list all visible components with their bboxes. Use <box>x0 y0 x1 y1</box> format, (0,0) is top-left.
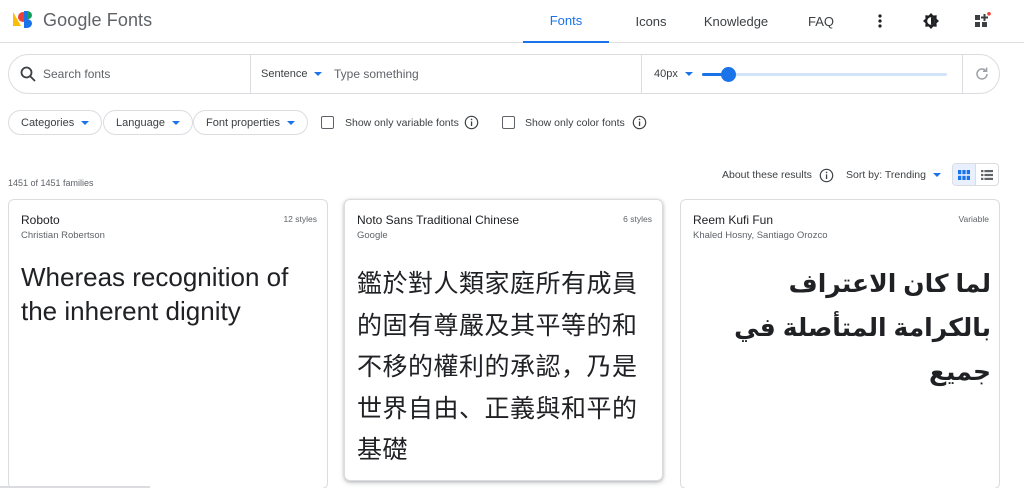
nav-tab-icons[interactable]: Icons <box>623 0 679 43</box>
variable-fonts-checkbox[interactable] <box>321 116 334 129</box>
grid-view-icon <box>957 169 970 180</box>
font-size-value: 40px <box>654 68 678 80</box>
dropdown-arrow-icon <box>286 120 295 125</box>
divider <box>250 55 251 93</box>
refresh-icon[interactable] <box>973 65 991 83</box>
top-app-bar: Google Fonts Fonts Icons Knowledge FAQ <box>0 0 1024 43</box>
font-card-roboto[interactable]: Roboto Christian Robertson 12 styles Whe… <box>8 199 328 488</box>
preview-mode-select[interactable]: Sentence <box>261 55 323 93</box>
info-icon[interactable] <box>464 115 479 130</box>
google-fonts-logo[interactable]: Google Fonts <box>11 8 152 32</box>
preview-mode-value: Sentence <box>261 68 308 80</box>
font-size-select[interactable]: 40px <box>654 55 693 93</box>
dropdown-arrow-icon <box>81 120 90 125</box>
font-name: Noto Sans Traditional Chinese <box>357 213 520 227</box>
view-toggle <box>952 163 999 186</box>
font-name: Reem Kufi Fun <box>693 213 774 227</box>
theme-toggle-icon[interactable] <box>920 10 942 32</box>
font-preview-text: Whereas recognition of the inherent dign… <box>21 262 289 326</box>
grid-view-button[interactable] <box>953 164 976 185</box>
font-card-noto-sans-tc[interactable]: Noto Sans Traditional Chinese Google 6 s… <box>344 199 663 481</box>
chip-label: Font properties <box>206 116 280 129</box>
color-fonts-label[interactable]: Show only color fonts <box>525 117 625 129</box>
google-fonts-logo-icon <box>11 8 35 32</box>
results-count: 1451 of 1451 families <box>8 178 94 188</box>
more-vert-icon[interactable] <box>869 10 891 32</box>
font-author: Google <box>357 230 388 241</box>
nav-tab-fonts[interactable]: Fonts <box>523 0 609 43</box>
font-card-reem-kufi-fun[interactable]: Reem Kufi Fun Khaled Hosny, Santiago Oro… <box>680 199 1000 488</box>
font-styles-count: 12 styles <box>283 214 317 224</box>
font-styles-count: 6 styles <box>623 214 652 224</box>
logo-text: Google Fonts <box>43 9 153 30</box>
font-size-slider[interactable] <box>702 73 947 76</box>
search-fonts-input[interactable] <box>43 55 243 93</box>
about-results-link[interactable]: About these results <box>722 169 812 181</box>
info-icon[interactable] <box>819 168 834 183</box>
font-preview-text: لما كان الاعتراف بالكرامة المتأصلة في جم… <box>734 270 991 386</box>
divider <box>641 55 642 93</box>
search-toolbar: Sentence 40px <box>8 54 1000 94</box>
nav-tab-faq[interactable]: FAQ <box>800 0 842 43</box>
dropdown-arrow-icon <box>171 120 180 125</box>
list-view-icon <box>980 169 993 180</box>
sort-by-select[interactable]: Sort by: Trending <box>846 169 941 181</box>
search-icon <box>19 65 37 83</box>
dropdown-arrow-icon <box>932 173 941 177</box>
slider-thumb[interactable] <box>721 67 737 82</box>
list-view-button[interactable] <box>976 164 998 185</box>
categories-filter-chip[interactable]: Categories <box>8 110 103 135</box>
chip-label: Language <box>116 116 165 129</box>
font-preview-text: 鑑於對人類家庭所有成員的固有尊嚴及其平等的和不移的權利的承認，乃是世界自由、正義… <box>357 270 638 464</box>
variable-fonts-label[interactable]: Show only variable fonts <box>345 117 459 129</box>
font-name: Roboto <box>21 213 60 227</box>
language-filter-chip[interactable]: Language <box>103 110 193 135</box>
info-icon[interactable] <box>632 115 647 130</box>
dropdown-arrow-icon <box>684 72 693 76</box>
divider <box>962 55 963 93</box>
preview-text-input[interactable] <box>334 55 634 93</box>
font-variable-badge: Variable <box>958 214 989 224</box>
sort-by-label: Sort by: Trending <box>846 169 926 181</box>
font-author: Christian Robertson <box>21 230 105 241</box>
nav-tab-knowledge[interactable]: Knowledge <box>696 0 776 43</box>
font-properties-filter-chip[interactable]: Font properties <box>193 110 308 135</box>
font-author: Khaled Hosny, Santiago Orozco <box>693 230 828 241</box>
dropdown-arrow-icon <box>314 72 323 76</box>
color-fonts-checkbox[interactable] <box>502 116 515 129</box>
chip-label: Categories <box>21 116 75 129</box>
apps-grid-icon[interactable] <box>971 10 993 32</box>
